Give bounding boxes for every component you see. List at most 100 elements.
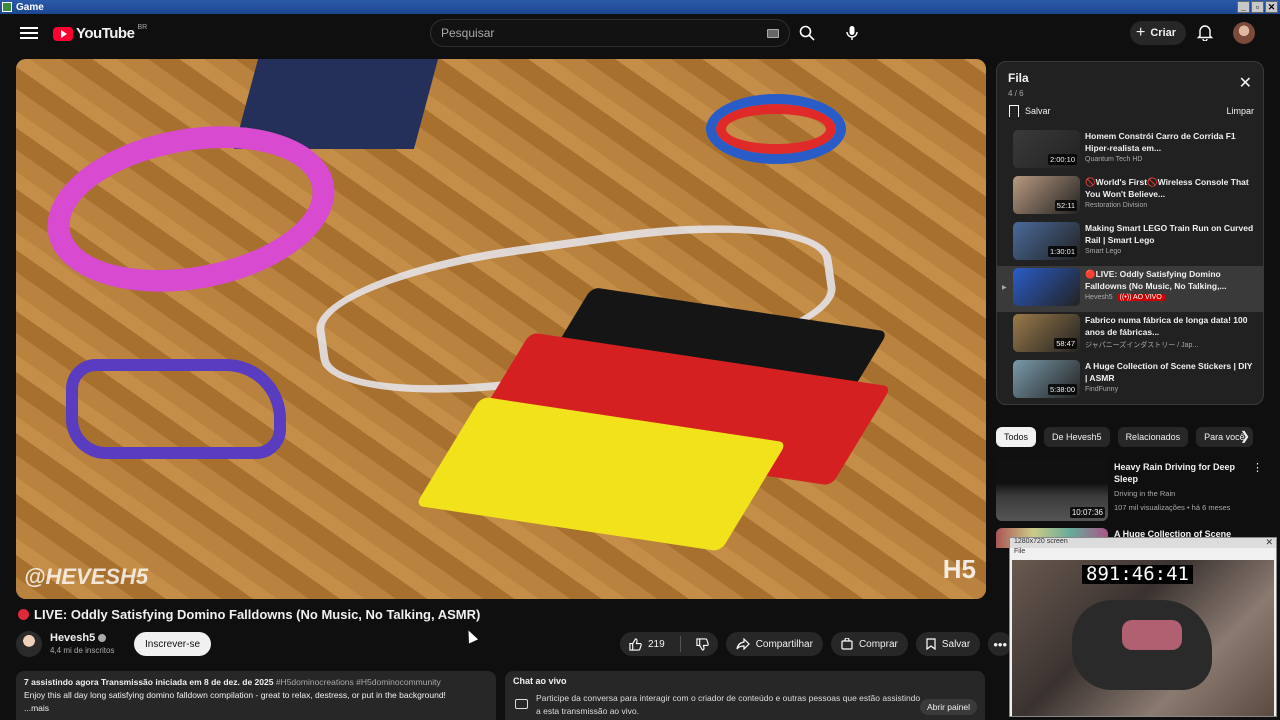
video-title: LIVE: Oddly Satisfying Domino Falldowns … bbox=[18, 607, 480, 622]
youtube-logo[interactable]: YouTube BR bbox=[53, 24, 148, 42]
queue-item-title[interactable]: 🔴LIVE: Oddly Satisfying Domino Falldowns… bbox=[1085, 268, 1255, 292]
minimize-button[interactable]: _ bbox=[1237, 1, 1250, 13]
queue-item-title[interactable]: 🚫World's First🚫Wireless Console That You… bbox=[1085, 176, 1255, 200]
mouse-cursor bbox=[463, 628, 479, 644]
queue-item-channel: Restoration Division bbox=[1085, 202, 1148, 209]
more-vertical-icon[interactable]: ⋮ bbox=[1252, 461, 1263, 474]
duration-badge: 2:00:10 bbox=[1047, 154, 1077, 165]
queue-save-button[interactable]: Salvar bbox=[1009, 105, 1051, 117]
queue-thumbnail[interactable]: 5:38:00 bbox=[1013, 360, 1080, 398]
queue-item-channel: ジャパニーズインダストリー / Jap... bbox=[1085, 342, 1199, 349]
queue-item-channel: Quantum Tech HD bbox=[1085, 156, 1143, 163]
queue-item[interactable]: 2:00:10 Homem Constrói Carro de Corrida F… bbox=[997, 128, 1263, 174]
save-label: Salvar bbox=[941, 638, 971, 650]
timer-readout: 891:46:41 bbox=[1082, 565, 1193, 584]
save-button[interactable]: Salvar bbox=[915, 632, 981, 656]
overlay-close-icon[interactable]: ✕ bbox=[1265, 537, 1273, 548]
subscribe-button[interactable]: Inscrever-se bbox=[134, 632, 212, 656]
bell-icon bbox=[1196, 25, 1214, 42]
queue-thumbnail[interactable]: 58:47 bbox=[1013, 314, 1080, 352]
duration-badge: 1:30:01 bbox=[1047, 246, 1077, 257]
queue-item[interactable]: 52:11 🚫World's First🚫Wireless Console Tha… bbox=[997, 174, 1263, 220]
chat-title: Chat ao vivo bbox=[513, 676, 567, 686]
description-meta: 7 assistindo agora Transmissão iniciada … bbox=[24, 677, 274, 687]
bookmark-icon bbox=[1009, 105, 1019, 117]
open-panel-button[interactable]: Abrir painel bbox=[920, 699, 977, 715]
description-tags: #H5dominocreations #H5dominocommunity bbox=[275, 677, 441, 687]
notifications-button[interactable] bbox=[1196, 23, 1216, 43]
share-button[interactable]: Compartilhar bbox=[725, 632, 823, 656]
menu-icon[interactable] bbox=[20, 24, 38, 42]
region-code: BR bbox=[137, 24, 148, 31]
queue-item-channel: FindFunny bbox=[1085, 386, 1119, 393]
video-thumbnail[interactable]: 10:07:36 bbox=[996, 458, 1108, 521]
webcam-overlay-window[interactable]: 1280x720 screen ✕ File 891:46:41 bbox=[1009, 537, 1277, 717]
bookmark-icon bbox=[926, 638, 936, 650]
overlay-menu[interactable]: File bbox=[1014, 548, 1025, 555]
channel-name[interactable]: Hevesh5 bbox=[50, 632, 107, 644]
overlay-titlebar: 1280x720 screen bbox=[1010, 538, 1276, 548]
duration-badge: 5:38:00 bbox=[1047, 384, 1077, 395]
description-box[interactable]: 7 assistindo agora Transmissão iniciada … bbox=[16, 671, 496, 720]
live-badge: ((•)) AO VIVO bbox=[1116, 294, 1165, 301]
queue-save-label: Salvar bbox=[1025, 106, 1051, 116]
video-actions: 219 Compartilhar Comprar Salvar ••• bbox=[620, 632, 1013, 656]
chevron-right-icon[interactable]: ❯ bbox=[1240, 429, 1250, 443]
like-dislike-group: 219 bbox=[620, 632, 718, 656]
keyboard-icon[interactable] bbox=[767, 28, 779, 38]
close-icon[interactable]: ✕ bbox=[1239, 76, 1252, 92]
queue-thumbnail[interactable]: 1:30:01 bbox=[1013, 222, 1080, 260]
queue-thumbnail[interactable]: 2:00:10 bbox=[1013, 130, 1080, 168]
queue-thumbnail[interactable]: 52:11 bbox=[1013, 176, 1080, 214]
queue-clear-button[interactable]: Limpar bbox=[1226, 106, 1254, 116]
logo-wordmark: YouTube bbox=[76, 25, 135, 42]
queue-panel: Fila 4 / 6 ✕ Salvar Limpar 2:00:10 Homem … bbox=[996, 61, 1264, 405]
channel-avatar[interactable] bbox=[16, 631, 42, 657]
dislike-button[interactable] bbox=[687, 632, 718, 656]
queue-item-title[interactable]: Making Smart LEGO Train Run on Curved Ra… bbox=[1085, 222, 1255, 246]
chip-de-hevesh5[interactable]: De Hevesh5 bbox=[1044, 427, 1110, 447]
like-button[interactable]: 219 bbox=[620, 632, 674, 656]
thumbs-down-icon bbox=[696, 637, 709, 651]
channel-watermark-logo: H5 bbox=[942, 554, 976, 584]
queue-item-channel: Smart Lego bbox=[1085, 248, 1122, 255]
search-box bbox=[430, 19, 790, 47]
account-avatar[interactable] bbox=[1233, 22, 1255, 44]
create-label: Criar bbox=[1150, 27, 1177, 39]
buy-label: Comprar bbox=[858, 638, 898, 650]
chip-relacionados[interactable]: Relacionados bbox=[1117, 427, 1189, 447]
queue-item-title[interactable]: A Huge Collection of Scene Stickers | DI… bbox=[1085, 360, 1255, 384]
chat-icon bbox=[515, 699, 528, 709]
channel-name-text: Hevesh5 bbox=[50, 632, 96, 644]
queue-item[interactable]: ▶ 🔴LIVE: Oddly Satisfying Domino Falldown… bbox=[997, 266, 1263, 312]
queue-item[interactable]: 5:38:00 A Huge Collection of Scene Sticke… bbox=[997, 358, 1263, 404]
youtube-play-icon bbox=[53, 26, 73, 41]
recommended-video[interactable]: 10:07:36 Heavy Rain Driving for Deep Sle… bbox=[996, 458, 1266, 524]
search-input[interactable] bbox=[431, 26, 767, 40]
webcam-feed: 891:46:41 bbox=[1012, 560, 1274, 716]
queue-item-channel: Hevesh5 bbox=[1085, 294, 1113, 301]
queue-item-title[interactable]: Fabrico numa fábrica de longa data! 100 … bbox=[1085, 314, 1255, 338]
chip-todos[interactable]: Todos bbox=[996, 427, 1037, 447]
create-button[interactable]: + Criar bbox=[1130, 21, 1187, 45]
video-player[interactable]: @HEVESH5 H5 bbox=[16, 59, 986, 599]
maximize-button[interactable]: ▫ bbox=[1251, 1, 1264, 13]
queue-thumbnail[interactable] bbox=[1013, 268, 1080, 306]
chat-text: Participe da conversa para interagir com… bbox=[536, 693, 921, 716]
buy-button[interactable]: Comprar bbox=[830, 632, 908, 656]
description-more-link[interactable]: ...mais bbox=[24, 702, 488, 715]
close-window-button[interactable]: ✕ bbox=[1265, 1, 1278, 13]
window-title: Game bbox=[16, 1, 44, 13]
video-meta: 107 mil visualizações • há 6 meses bbox=[1114, 503, 1231, 512]
queue-item[interactable]: 58:47 Fabrico numa fábrica de longa data!… bbox=[997, 312, 1263, 358]
video-title[interactable]: Heavy Rain Driving for Deep Sleep bbox=[1114, 461, 1244, 485]
channel-name[interactable]: Driving in the Rain bbox=[1114, 489, 1175, 498]
queue-item-title[interactable]: Homem Constrói Carro de Corrida F1 Hiper… bbox=[1085, 130, 1255, 154]
more-horizontal-icon: ••• bbox=[993, 636, 1008, 652]
voice-search-button[interactable] bbox=[840, 21, 864, 45]
verified-icon bbox=[98, 634, 107, 642]
plus-icon: + bbox=[1136, 24, 1146, 41]
queue-item[interactable]: 1:30:01 Making Smart LEGO Train Run on Cu… bbox=[997, 220, 1263, 266]
subscriber-count: 4,4 mi de inscritos bbox=[50, 646, 115, 655]
search-button[interactable] bbox=[795, 19, 819, 47]
